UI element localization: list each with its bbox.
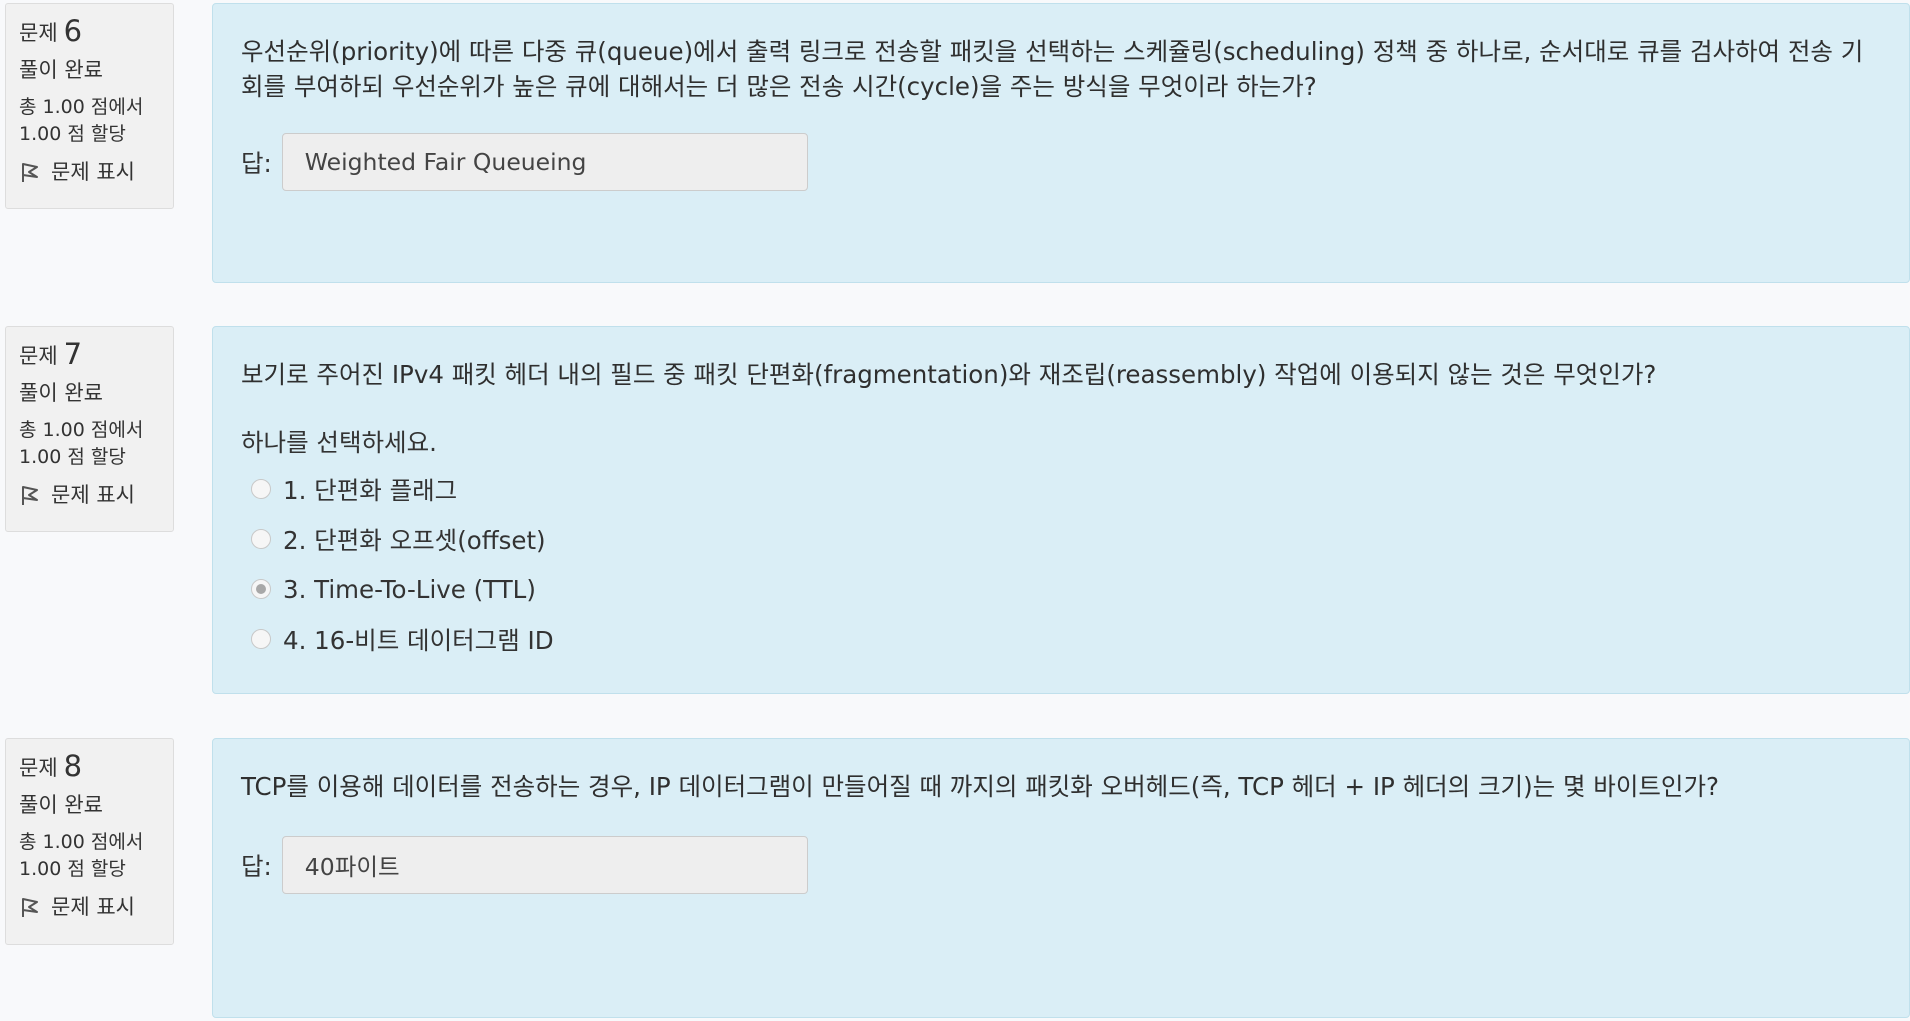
answer-option-1[interactable]: 1. 단편화 플래그 <box>241 464 1869 514</box>
question-number: 문제 8 <box>19 749 83 783</box>
answer-row: 답: <box>241 133 1869 191</box>
answer-input[interactable] <box>281 836 808 894</box>
answer-options: 1. 단편화 플래그 2. 단편화 오프셋(offset) 3. Time-To… <box>241 464 1869 664</box>
question-prompt: 하나를 선택하세요. <box>241 428 437 457</box>
option-label: 3. Time-To-Live (TTL) <box>283 574 536 604</box>
option-label: 4. 16-비트 데이터그램 ID <box>283 625 554 655</box>
question-state: 풀이 완료 <box>19 58 103 82</box>
radio-button[interactable] <box>251 629 271 649</box>
flag-icon <box>22 486 38 505</box>
answer-row: 답: <box>241 836 1869 894</box>
question-info: 문제 8 풀이 완료 총 1.00 점에서 1.00 점 할당 문제 표시 <box>5 738 174 945</box>
option-label: 1. 단편화 플래그 <box>283 475 458 505</box>
question-content: 보기로 주어진 IPv4 패킷 헤더 내의 필드 중 패킷 단편화(fragme… <box>212 326 1910 694</box>
question-number-value: 6 <box>63 14 83 48</box>
radio-button[interactable] <box>251 479 271 499</box>
question-number: 문제 6 <box>19 14 83 48</box>
question-state: 풀이 완료 <box>19 381 103 405</box>
option-label: 2. 단편화 오프셋(offset) <box>283 525 546 555</box>
question-grade: 총 1.00 점에서 1.00 점 할당 <box>19 831 144 880</box>
question-grade: 총 1.00 점에서 1.00 점 할당 <box>19 419 144 468</box>
question-info: 문제 7 풀이 완료 총 1.00 점에서 1.00 점 할당 문제 표시 <box>5 326 174 532</box>
answer-option-3[interactable]: 3. Time-To-Live (TTL) <box>241 564 1869 614</box>
question-number: 문제 7 <box>19 337 83 371</box>
flag-icon <box>22 163 38 182</box>
question-content: 우선순위(priority)에 따른 다중 큐(queue)에서 출력 링크로 … <box>212 3 1910 283</box>
flag-question-button[interactable]: 문제 표시 <box>19 158 173 186</box>
answer-input[interactable] <box>281 133 808 191</box>
flag-question-button[interactable]: 문제 표시 <box>19 893 173 921</box>
flag-question-button[interactable]: 문제 표시 <box>19 481 173 509</box>
question-text: 우선순위(priority)에 따른 다중 큐(queue)에서 출력 링크로 … <box>241 37 1864 101</box>
question-state: 풀이 완료 <box>19 793 103 817</box>
radio-button[interactable] <box>251 529 271 549</box>
answer-option-2[interactable]: 2. 단편화 오프셋(offset) <box>241 514 1869 564</box>
question-text: TCP를 이용해 데이터를 전송하는 경우, IP 데이터그램이 만들어질 때 … <box>241 772 1720 801</box>
answer-label: 답: <box>241 851 272 881</box>
question-text: 보기로 주어진 IPv4 패킷 헤더 내의 필드 중 패킷 단편화(fragme… <box>241 360 1657 389</box>
question-info: 문제 6 풀이 완료 총 1.00 점에서 1.00 점 할당 문제 표시 <box>5 3 174 209</box>
question-number-value: 8 <box>63 749 83 783</box>
question-number-value: 7 <box>63 337 83 371</box>
answer-label: 답: <box>241 148 272 178</box>
answer-option-4[interactable]: 4. 16-비트 데이터그램 ID <box>241 614 1869 664</box>
radio-button-selected[interactable] <box>251 579 271 599</box>
flag-icon <box>22 898 38 917</box>
question-grade: 총 1.00 점에서 1.00 점 할당 <box>19 96 144 145</box>
question-content: TCP를 이용해 데이터를 전송하는 경우, IP 데이터그램이 만들어질 때 … <box>212 738 1910 1018</box>
